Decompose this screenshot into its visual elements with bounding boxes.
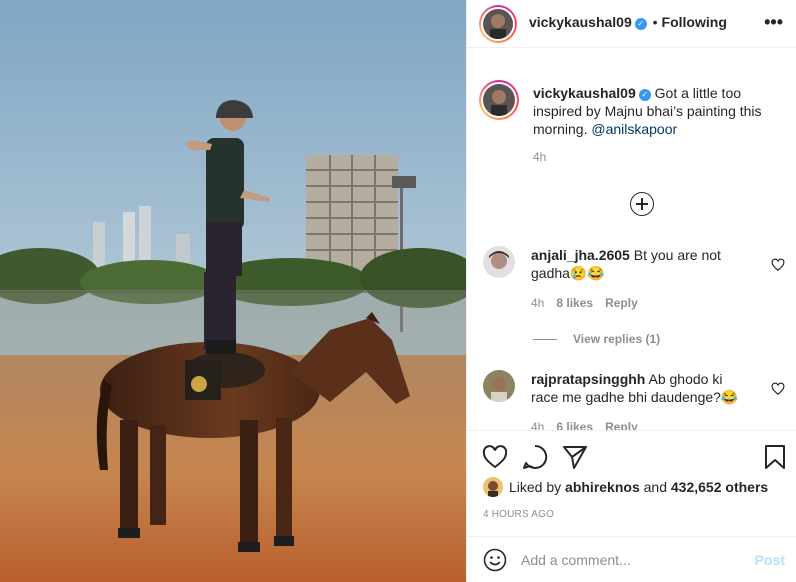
bookmark-icon[interactable]	[761, 443, 789, 471]
emoji-icon[interactable]	[483, 548, 507, 572]
view-replies-label: View replies (1)	[573, 332, 661, 346]
plus-circle-icon[interactable]	[630, 192, 654, 216]
comment-time[interactable]: 4h	[531, 420, 544, 430]
view-replies-button[interactable]: View replies (1)	[533, 332, 660, 346]
post-side-panel: vickykaushal09✓ •Following ••• vickyka	[466, 0, 796, 582]
verified-badge-icon: ✓	[638, 89, 651, 101]
story-ring[interactable]	[479, 5, 517, 43]
comment-likes[interactable]: 8 likes	[556, 296, 593, 310]
comment-icon[interactable]	[521, 443, 549, 471]
separator-dot: •	[652, 14, 658, 30]
likes-conjunction: and	[643, 479, 667, 495]
comment-username[interactable]: anjali_jha.2605	[531, 247, 630, 263]
post-photo[interactable]	[0, 0, 466, 582]
caption-username[interactable]: vickykaushal09	[533, 85, 636, 101]
likes-others-link[interactable]: 432,652 others	[671, 479, 768, 495]
caption: vickykaushal09 ✓ Got a little too inspire…	[533, 84, 783, 166]
verified-badge-icon: ✓	[634, 18, 647, 30]
post-timestamp[interactable]: 4 HOURS AGO	[483, 509, 554, 520]
commenter-avatar[interactable]	[483, 370, 515, 402]
profile-photo-icon	[483, 370, 515, 402]
comment-username[interactable]: rajpratapsingghh	[531, 371, 645, 387]
likes-summary: Liked by abhireknos and 432,652 others	[483, 477, 768, 497]
heart-icon[interactable]	[481, 443, 509, 471]
comments-list[interactable]: vickykaushal09 ✓ Got a little too inspire…	[467, 66, 796, 430]
comment-body: rajpratapsingghh Ab ghodo ki race me gad…	[531, 370, 751, 406]
liker-username[interactable]: abhireknos	[565, 479, 640, 495]
more-options-icon[interactable]: •••	[764, 12, 783, 33]
like-comment-heart-icon[interactable]	[771, 258, 785, 272]
profile-photo-icon	[483, 84, 515, 116]
caption-avatar[interactable]	[483, 84, 515, 116]
post-comment-button[interactable]: Post	[755, 552, 785, 568]
comment-body: anjali_jha.2605 Bt you are not gadha😢😂	[531, 246, 751, 282]
profile-photo-icon	[483, 9, 513, 39]
commenter-avatar[interactable]	[483, 246, 515, 278]
likes-prefix: Liked by	[509, 479, 562, 495]
comment-input[interactable]	[521, 545, 741, 575]
author-username[interactable]: vickykaushal09	[529, 14, 632, 30]
post-header: vickykaushal09 ✓ • Following •••	[467, 0, 796, 48]
caption-story-ring[interactable]	[479, 80, 519, 120]
instagram-post: vickykaushal09✓ •Following ••• vickyka	[0, 0, 796, 582]
profile-photo-icon	[483, 246, 515, 278]
caption-mention-link[interactable]: @anilskapoor	[591, 121, 677, 137]
caption-time[interactable]: 4h	[533, 148, 783, 166]
liker-avatar[interactable]	[483, 477, 503, 497]
following-button[interactable]: Following	[662, 14, 727, 30]
post-actions: Liked by abhireknos and 432,652 others 4…	[467, 430, 796, 540]
comment-meta: 4h 6 likes Reply	[531, 420, 650, 430]
comment-time[interactable]: 4h	[531, 296, 544, 310]
comment-likes[interactable]: 6 likes	[556, 420, 593, 430]
photo-man-standing-on-horse	[0, 0, 466, 582]
share-icon[interactable]	[561, 443, 589, 471]
reply-button[interactable]: Reply	[605, 296, 638, 310]
replies-divider-line	[533, 339, 557, 341]
avatar[interactable]	[483, 9, 513, 39]
reply-button[interactable]: Reply	[605, 420, 638, 430]
comment-meta: 4h 8 likes Reply	[531, 296, 650, 310]
add-comment-bar: Post	[467, 536, 796, 582]
profile-photo-icon	[483, 477, 503, 497]
like-comment-heart-icon[interactable]	[771, 382, 785, 396]
